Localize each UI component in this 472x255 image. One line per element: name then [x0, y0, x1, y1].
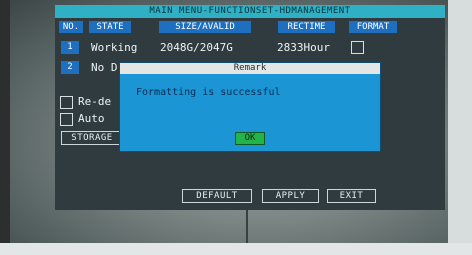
remark-dialog: Remark Formatting is successful OK [119, 62, 381, 152]
monitor-stand-divider [246, 210, 248, 243]
row-number: 1 [61, 41, 79, 54]
dialog-message: Formatting is successful [136, 87, 281, 98]
re-de-label: Re-de [78, 95, 112, 108]
header-rectime: RECTIME [278, 21, 335, 33]
auto-checkbox[interactable] [60, 113, 73, 126]
row-state: No D [91, 61, 118, 74]
row-state: Working [91, 41, 138, 54]
auto-label: Auto [78, 112, 105, 125]
header-no: NO. [59, 21, 83, 33]
monitor-bezel-left [0, 0, 10, 255]
default-button[interactable]: DEFAULT [182, 189, 252, 203]
monitor-bezel-bottom [0, 243, 472, 255]
monitor-bezel-right [448, 0, 472, 255]
re-de-checkbox[interactable] [60, 96, 73, 109]
header-state: STATE [89, 21, 131, 33]
format-checkbox-1[interactable] [351, 41, 364, 54]
exit-button[interactable]: EXIT [327, 189, 376, 203]
row-number: 2 [61, 61, 79, 74]
row-rectime: 2833Hour [277, 41, 330, 54]
row-size: 2048G/2047G [160, 41, 233, 54]
apply-button[interactable]: APPLY [262, 189, 319, 203]
ok-button[interactable]: OK [235, 132, 265, 145]
storage-button[interactable]: STORAGE [61, 131, 123, 145]
window-title: MAIN MENU-FUNCTIONSET-HDMANAGEMENT [55, 5, 445, 18]
dialog-title: Remark [120, 63, 380, 74]
header-size-avalid: SIZE/AVALID [159, 21, 251, 33]
header-format: FORMAT [349, 21, 397, 33]
